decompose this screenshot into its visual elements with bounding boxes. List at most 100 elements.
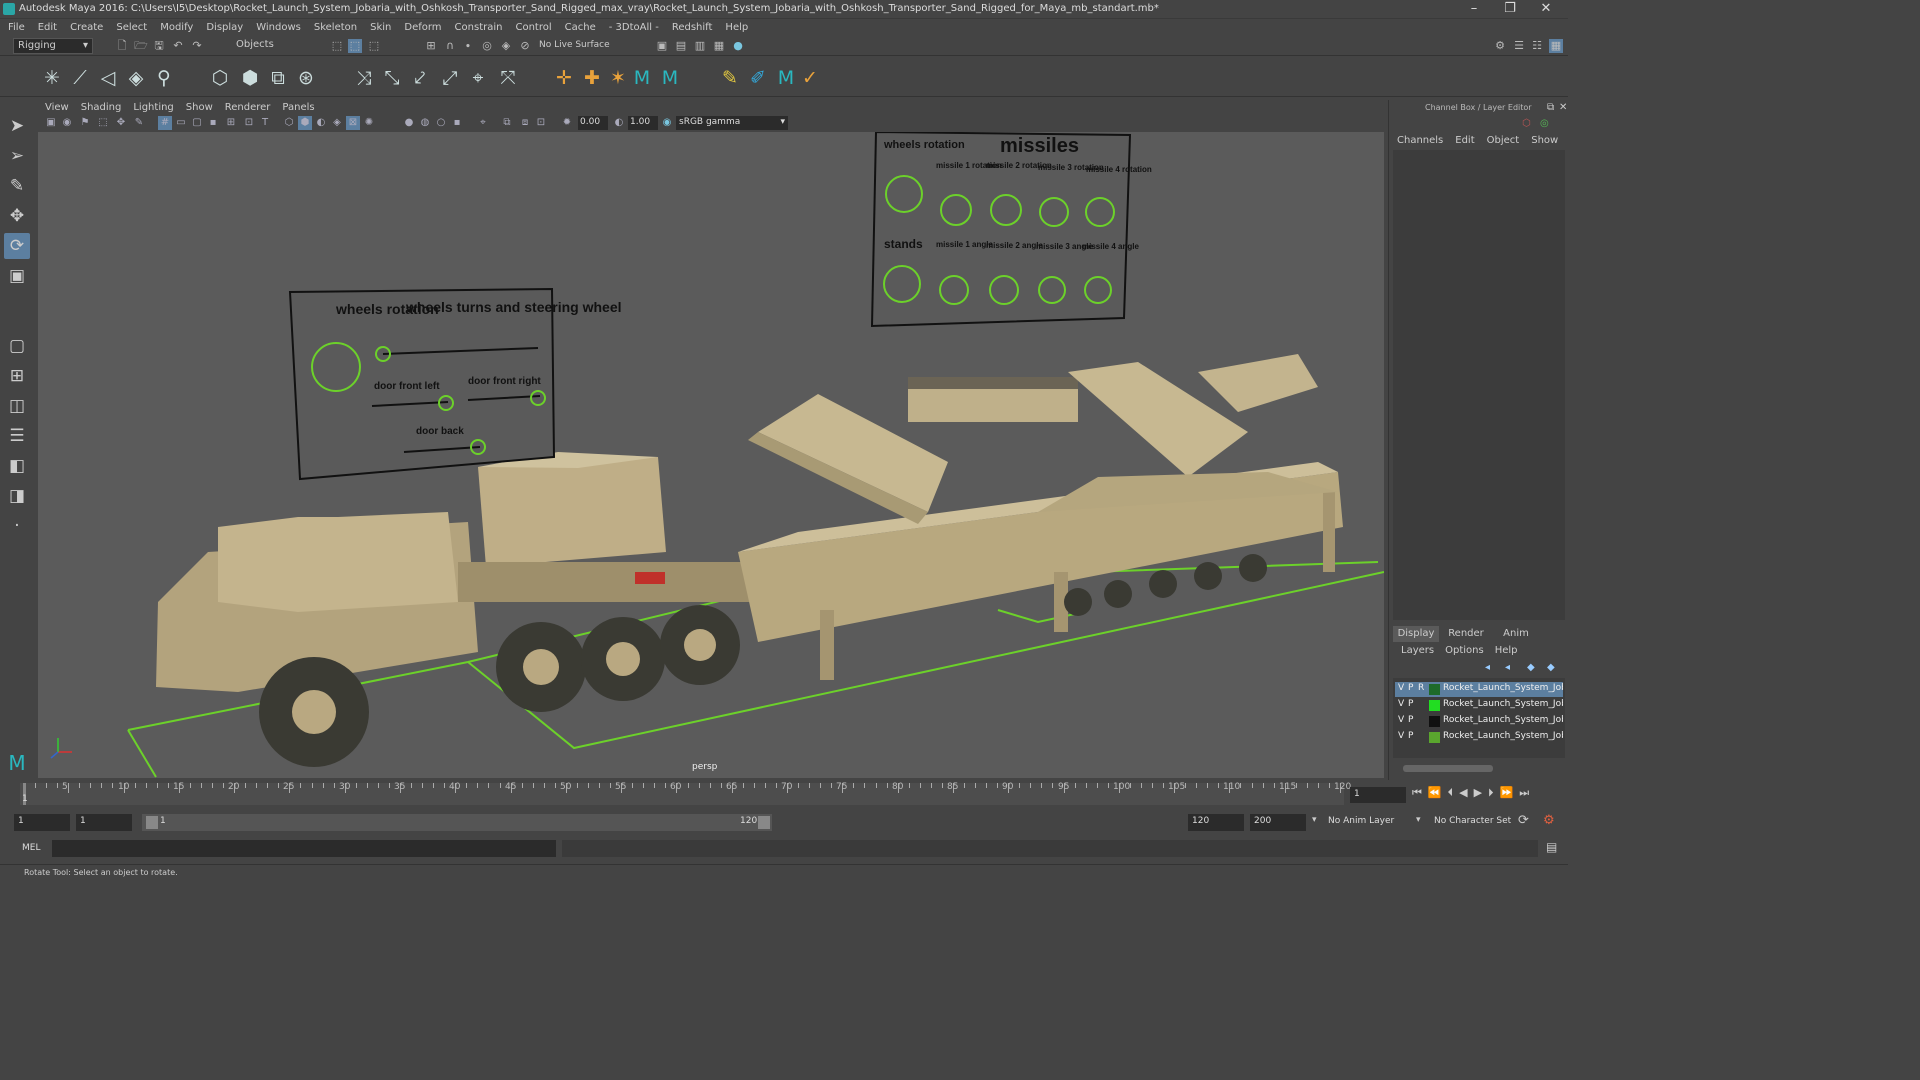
auto-key-icon[interactable]: ⟳ bbox=[1518, 813, 1529, 828]
paint-select-icon[interactable]: ✎ bbox=[4, 173, 30, 199]
outliner-layout-icon[interactable]: ☰ bbox=[4, 423, 30, 449]
scale-tool-icon[interactable]: ▣ bbox=[4, 263, 30, 289]
layer-color-swatch[interactable] bbox=[1429, 684, 1440, 695]
mash-icon[interactable]: M bbox=[630, 66, 654, 90]
render-frame-icon[interactable]: ▤ bbox=[674, 39, 688, 53]
time-slider-track[interactable]: 5 10 15 20 25 30 35 40 45 50 55 60 65 70 75 80 85 90 95 100… bbox=[20, 782, 1351, 805]
panel-menu-item[interactable]: Show bbox=[186, 102, 213, 113]
play-backwards-icon[interactable]: ◀ bbox=[1459, 786, 1473, 799]
select-camera-icon[interactable]: ▣ bbox=[44, 116, 58, 130]
use-all-lights-icon[interactable]: ⊠ bbox=[346, 116, 360, 130]
panel-menu-item[interactable]: Renderer bbox=[225, 102, 271, 113]
lattice-icon[interactable]: ⧉ bbox=[266, 66, 290, 90]
range-slider-end-handle[interactable] bbox=[758, 816, 770, 829]
depth-of-field-icon[interactable]: ▪ bbox=[450, 116, 464, 130]
layer-row[interactable]: VP Rocket_Launch_System_Jobaria bbox=[1395, 698, 1563, 713]
screen-space-ao-icon[interactable]: ● bbox=[402, 116, 416, 130]
toggle-tool-settings-icon[interactable]: ☷ bbox=[1530, 39, 1544, 53]
layer-playback-toggle[interactable]: P bbox=[1408, 699, 1413, 709]
step-back-key-icon[interactable]: ⏪ bbox=[1428, 786, 1448, 799]
menu-item[interactable]: Display bbox=[206, 22, 243, 33]
scale-constraint-icon[interactable]: ⤢ bbox=[438, 66, 462, 90]
menu-item[interactable]: Deform bbox=[404, 22, 441, 33]
mash-network-icon[interactable]: M bbox=[658, 66, 682, 90]
animation-end-field[interactable]: 200 bbox=[1250, 814, 1306, 831]
xray-icon[interactable]: ⧉ bbox=[500, 116, 514, 130]
gamma-icon[interactable]: ◐ bbox=[612, 116, 626, 130]
aim-constraint-icon[interactable]: ⌖ bbox=[466, 66, 490, 90]
layer-visibility-toggle[interactable]: V bbox=[1398, 715, 1404, 725]
xray-joints-icon[interactable]: ⧈ bbox=[518, 116, 532, 130]
safe-title-icon[interactable]: T bbox=[258, 116, 272, 130]
menu-item[interactable]: - 3DtoAll - bbox=[609, 22, 659, 33]
mash-editor-icon[interactable]: M bbox=[774, 66, 798, 90]
color-space-dropdown[interactable]: sRGB gamma ▾ bbox=[676, 116, 788, 130]
snap-point-icon[interactable]: ∙ bbox=[461, 39, 475, 53]
shadows-icon[interactable]: ✺ bbox=[362, 116, 376, 130]
script-editor-icon[interactable]: ▤ bbox=[1546, 840, 1557, 854]
field-chart-icon[interactable]: ⊞ bbox=[224, 116, 238, 130]
point-constraint-icon[interactable]: ⤡ bbox=[380, 66, 404, 90]
close-panel-icon[interactable]: ✕ bbox=[1559, 102, 1567, 113]
menu-item[interactable]: Skeleton bbox=[314, 22, 357, 33]
viewport-persp[interactable]: wheels rotation wheels turns and steerin… bbox=[38, 132, 1384, 778]
grease-pencil-icon[interactable]: ✎ bbox=[132, 116, 146, 130]
gamma-field[interactable]: 1.00 bbox=[628, 116, 658, 130]
layer-menu-item[interactable]: Layers bbox=[1401, 645, 1434, 656]
channel-menu-item[interactable]: Object bbox=[1487, 135, 1520, 146]
rig-control-icon[interactable]: ✚ bbox=[580, 66, 604, 90]
menu-item[interactable]: Cache bbox=[565, 22, 596, 33]
single-view-layout-icon[interactable]: ▢ bbox=[4, 333, 30, 359]
channel-menu-item[interactable]: Show bbox=[1531, 135, 1558, 146]
menu-item[interactable]: File bbox=[8, 22, 25, 33]
parent-constraint-icon[interactable]: ⤨ bbox=[352, 66, 376, 90]
anti-aliasing-icon[interactable]: ○ bbox=[434, 116, 448, 130]
snap-curve-icon[interactable]: ∩ bbox=[443, 39, 457, 53]
panel-menu-item[interactable]: Lighting bbox=[133, 102, 173, 113]
step-forward-key-icon[interactable]: ⏩ bbox=[1500, 786, 1520, 799]
tab-display[interactable]: Display bbox=[1393, 626, 1439, 642]
tab-render[interactable]: Render bbox=[1443, 626, 1489, 642]
two-view-layout-icon[interactable]: ◫ bbox=[4, 393, 30, 419]
step-back-frame-icon[interactable]: ⏴ bbox=[1448, 786, 1460, 799]
grid-toggle-icon[interactable]: # bbox=[158, 116, 172, 130]
panel-menu-item[interactable]: Panels bbox=[282, 102, 314, 113]
current-frame-field[interactable]: 1 bbox=[1350, 787, 1406, 803]
restore-button[interactable]: ❐ bbox=[1500, 1, 1520, 16]
redo-icon[interactable]: ↷ bbox=[190, 39, 204, 53]
toggle-channel-box-icon[interactable]: ▦ bbox=[1549, 39, 1563, 53]
render-view-icon[interactable]: ▣ bbox=[655, 39, 669, 53]
render-settings-icon[interactable]: ▦ bbox=[712, 39, 726, 53]
toggle-attribute-editor-icon[interactable]: ☰ bbox=[1512, 39, 1526, 53]
live-surface-icon[interactable]: ⊘ bbox=[518, 39, 532, 53]
new-scene-icon[interactable]: 🗋 bbox=[115, 39, 129, 53]
snap-grid-icon[interactable]: ⊞ bbox=[424, 39, 438, 53]
isolate-select-icon[interactable]: ⌖ bbox=[476, 116, 490, 130]
pole-vector-icon[interactable]: ⤧ bbox=[496, 66, 520, 90]
menu-item[interactable]: Help bbox=[725, 22, 748, 33]
go-to-end-icon[interactable]: ⏭ bbox=[1519, 786, 1535, 799]
bind-skin-icon[interactable]: ⬡ bbox=[208, 66, 232, 90]
animation-start-field[interactable]: 1 bbox=[14, 814, 70, 831]
layer-color-swatch[interactable] bbox=[1429, 700, 1440, 711]
save-scene-icon[interactable]: 🖫 bbox=[152, 39, 166, 53]
exposure-icon[interactable]: ✹ bbox=[560, 116, 574, 130]
new-layer-icon[interactable]: ◆ bbox=[1527, 662, 1535, 673]
chevron-down-icon[interactable]: ▾ bbox=[1416, 815, 1421, 825]
color-management-icon[interactable]: ◉ bbox=[660, 116, 674, 130]
minimize-button[interactable]: – bbox=[1464, 1, 1484, 16]
bookmarks-icon[interactable]: ⚑ bbox=[78, 116, 92, 130]
chevron-down-icon[interactable]: ▾ bbox=[1312, 815, 1317, 825]
hypershade-layout-icon[interactable]: ◨ bbox=[4, 483, 30, 509]
layer-row[interactable]: VPR Rocket_Launch_System_Jobaria bbox=[1395, 682, 1563, 697]
panel-menu-item[interactable]: Shading bbox=[81, 102, 122, 113]
anim-layer-dropdown[interactable]: No Anim Layer bbox=[1328, 816, 1394, 826]
menu-item[interactable]: Redshift bbox=[672, 22, 713, 33]
four-view-layout-icon[interactable]: ⊞ bbox=[4, 363, 30, 389]
check-icon[interactable]: ✓ bbox=[798, 66, 822, 90]
lasso-tool-icon[interactable]: ➢ bbox=[4, 143, 30, 169]
wireframe-icon[interactable]: ⬡ bbox=[282, 116, 296, 130]
menu-item[interactable]: Select bbox=[116, 22, 147, 33]
close-button[interactable]: ✕ bbox=[1536, 1, 1556, 16]
ik-spline-icon[interactable]: ◁ bbox=[96, 66, 120, 90]
